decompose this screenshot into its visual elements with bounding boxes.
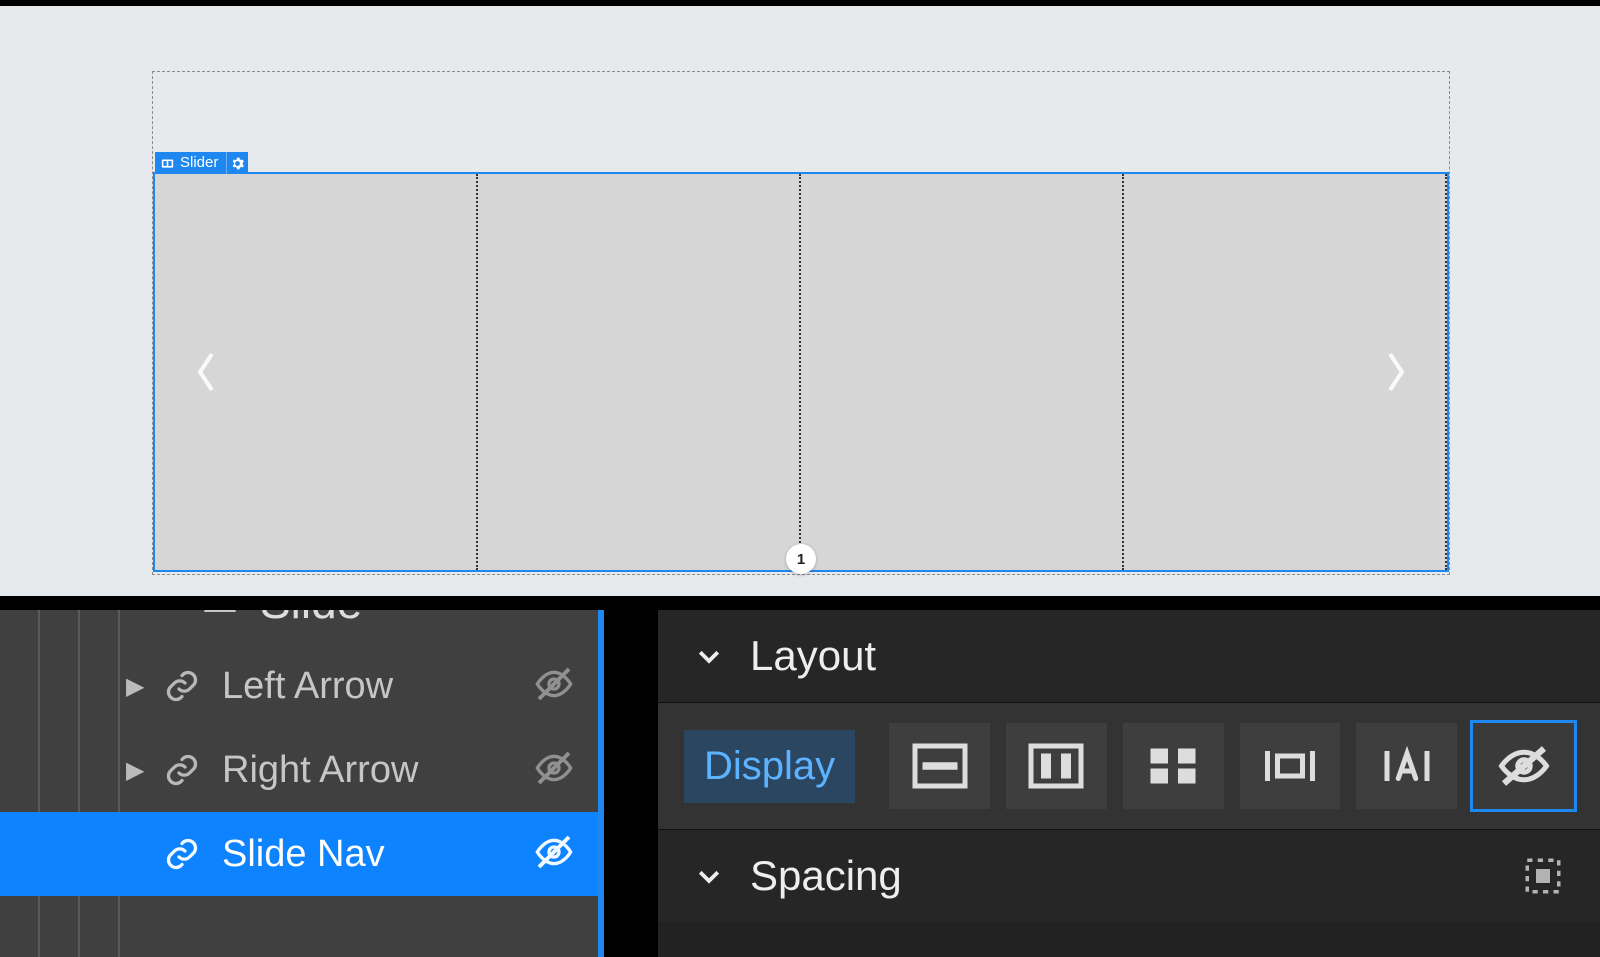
slider-element[interactable]: Slider 1 [153,172,1449,572]
chevron-down-icon [694,861,724,891]
display-option-inline[interactable] [1356,723,1457,809]
tree-item-label: Slide [260,610,578,629]
visibility-hidden-icon[interactable] [534,832,578,876]
style-panel: Layout Display Spacing [658,610,1600,957]
slide-cell[interactable] [478,174,801,570]
section-title: Spacing [750,852,902,900]
display-property-label[interactable]: Display [684,730,855,803]
display-property-row: Display [658,702,1600,830]
slider-prev-arrow[interactable] [191,348,221,396]
disclosure-triangle-icon[interactable]: ▶ [126,672,148,701]
section-header-layout[interactable]: Layout [658,610,1600,702]
slider-next-arrow[interactable] [1381,348,1411,396]
tree-item-right-arrow[interactable]: ▶ Right Arrow [0,728,598,812]
display-option-flex[interactable] [1006,723,1107,809]
selection-tag-label: Slider [180,152,218,174]
display-option-grid[interactable] [1123,723,1224,809]
chevron-down-icon [694,641,724,671]
tree-item-label: Right Arrow [222,749,534,792]
section-title: Layout [750,632,876,680]
visibility-hidden-icon[interactable] [534,664,578,708]
display-option-none[interactable] [1473,723,1574,809]
slider-component-icon [161,157,174,170]
navigator-panel: Slide ▶ Left Arrow ▶ Right Arrow [0,610,604,957]
canvas-container[interactable]: Slider 1 [152,71,1450,575]
tree-item-label: Slide Nav [222,833,534,876]
selection-tag[interactable]: Slider [155,152,248,174]
slider-page-number: 1 [797,551,805,568]
slide-cell[interactable] [801,174,1124,570]
slide-layout-icon [200,610,240,622]
display-option-block[interactable] [889,723,990,809]
tree-item-slide[interactable]: Slide [0,610,598,644]
tree-item-slide-nav[interactable]: ▶ Slide Nav [0,812,598,896]
display-option-inline-block[interactable] [1240,723,1341,809]
disclosure-triangle-icon[interactable]: ▶ [126,756,148,785]
slider-page-indicator[interactable]: 1 [786,544,816,574]
spacing-expand-icon[interactable] [1522,855,1564,897]
canvas-area: Slider 1 [0,6,1600,596]
link-icon [162,834,202,874]
tree-item-label: Left Arrow [222,665,534,708]
link-icon [162,750,202,790]
link-icon [162,666,202,706]
visibility-hidden-icon[interactable] [534,748,578,792]
section-header-spacing[interactable]: Spacing [658,830,1600,922]
tree-item-left-arrow[interactable]: ▶ Left Arrow [0,644,598,728]
selection-settings-button[interactable] [226,152,248,174]
navigator-tree: Slide ▶ Left Arrow ▶ Right Arrow [0,610,598,896]
